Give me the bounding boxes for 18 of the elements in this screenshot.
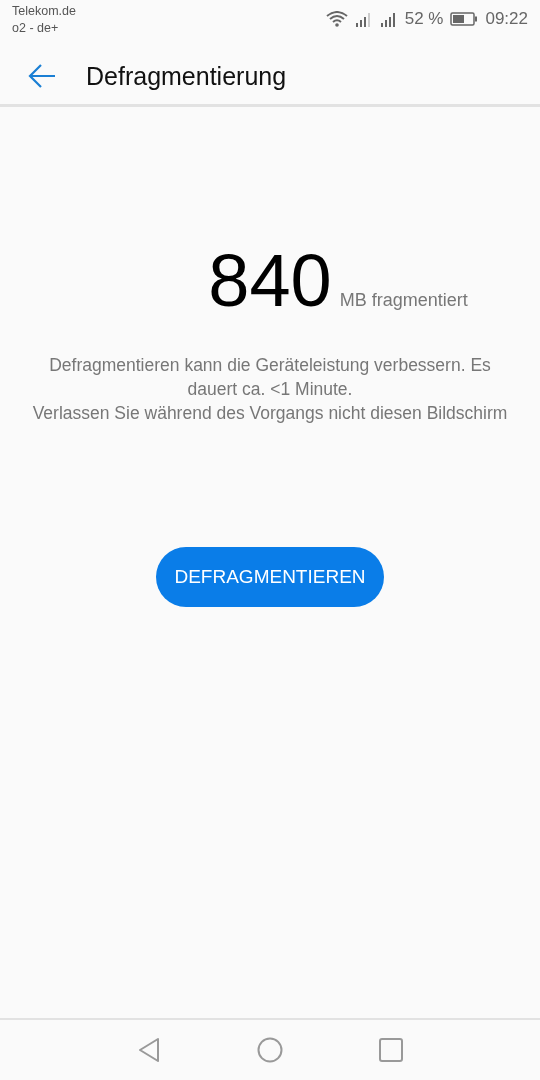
battery-percent: 52 %	[404, 9, 444, 29]
wifi-icon	[325, 11, 348, 27]
carrier-name: Telekom.de	[12, 3, 76, 20]
screen-title: Defragmentierung	[86, 61, 287, 91]
back-icon[interactable]	[137, 1037, 161, 1063]
signal-icon	[354, 11, 373, 27]
size-unit: MB fragmentiert	[339, 290, 469, 311]
description-text: Defragmentieren kann die Geräteleistung verbessern. Es dauert ca. <1 Minute.	[48, 354, 492, 401]
back-arrow-icon[interactable]	[28, 63, 56, 89]
carrier-name: o2 - de+	[12, 20, 60, 37]
battery-icon	[450, 12, 479, 26]
clock: 09:22	[485, 9, 528, 29]
signal-icon	[379, 11, 398, 27]
fragmented-size: 840	[208, 241, 332, 321]
recent-apps-icon[interactable]	[379, 1038, 403, 1062]
description-text: Verlassen Sie während des Vorgangs nicht diesen Bildschirm	[31, 402, 509, 425]
defragment-button[interactable]: DEFRAGMENTIEREN	[156, 547, 384, 607]
home-icon[interactable]	[257, 1037, 283, 1063]
